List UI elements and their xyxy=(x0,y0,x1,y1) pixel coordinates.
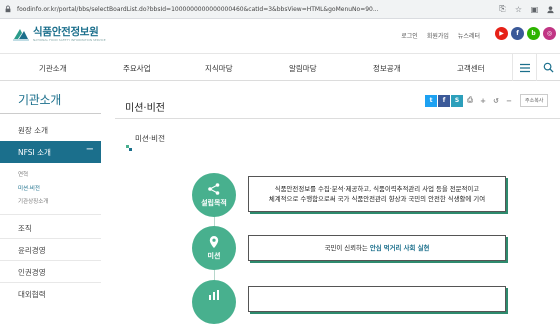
site-logo[interactable]: 식품안전정보원 NATIONAL FOOD SAFETY INFORMATION… xyxy=(12,26,106,42)
purpose-label: 설립목적 xyxy=(201,199,227,207)
sidebar-subitem-mission[interactable]: 미션·비전 xyxy=(18,184,40,192)
sidebar-item-cooperation[interactable]: 대외협력 xyxy=(18,289,46,300)
zoom-in-icon[interactable]: + xyxy=(477,94,489,107)
copy-address-button[interactable]: 주소복사 xyxy=(520,94,549,107)
purpose-text-line1: 식품안전정보를 수집·분석·제공하고, 식품이력추적관리 사업 등을 전문적이고 xyxy=(274,185,480,193)
bookmark-star-icon[interactable]: ☆ xyxy=(513,4,524,15)
sidebar-divider xyxy=(0,214,101,215)
sidebar-item-organization[interactable]: 조직 xyxy=(18,223,32,234)
collapse-icon[interactable]: − xyxy=(86,144,94,155)
zoom-out-icon[interactable]: − xyxy=(503,94,515,107)
purpose-box: 식품안전정보를 수집·분석·제공하고, 식품이력추적관리 사업 등을 전문적이고… xyxy=(248,176,506,212)
profile-icon[interactable] xyxy=(545,4,556,15)
sidebar-divider xyxy=(0,238,101,239)
sidebar-item-human-rights[interactable]: 인권경영 xyxy=(18,267,46,278)
purpose-circle: 설립목적 xyxy=(192,173,236,217)
sidebar-subitem-symbol[interactable]: 기관상징소개 xyxy=(18,197,48,205)
purpose-text-line2: 체계적으로 수행함으로써 국가 식품안전관리 향상과 국민의 안전한 식생활에 … xyxy=(268,195,486,203)
print-icon[interactable]: ⎙ xyxy=(464,94,476,107)
site-info-icon[interactable] xyxy=(3,4,13,14)
mission-box: 국민이 신뢰하는 안심 먹거리 사회 실현 xyxy=(248,235,506,261)
mission-circle: 미션 xyxy=(192,226,236,270)
sidebar-divider xyxy=(0,113,101,114)
chart-icon xyxy=(209,290,219,300)
logo-mark-icon xyxy=(12,26,30,42)
main-navigation: 기관소개 주요사업 지식마당 알림마당 정보공개 고객센터 xyxy=(0,53,560,81)
search-icon[interactable] xyxy=(536,54,560,81)
nav-item-disclosure[interactable]: 정보공개 xyxy=(373,63,401,74)
section-heading-text: 미션·비전 xyxy=(135,134,165,143)
sidebar-item-label: NFSI 소개 xyxy=(18,148,51,157)
nav-item-notice[interactable]: 알림마당 xyxy=(289,63,317,74)
pin-icon xyxy=(209,236,219,248)
mission-highlight: 안심 먹거리 사회 실현 xyxy=(369,244,430,252)
twitter-share-icon[interactable]: t xyxy=(425,94,437,107)
sidebar-divider xyxy=(0,282,101,283)
nav-item-about[interactable]: 기관소개 xyxy=(39,63,67,74)
youtube-icon[interactable]: ▶ xyxy=(495,27,508,40)
facebook-icon[interactable]: f xyxy=(511,27,524,40)
mission-text: 국민이 신뢰하는 xyxy=(324,244,370,252)
site-header: 식품안전정보원 NATIONAL FOOD SAFETY INFORMATION… xyxy=(0,19,560,53)
nav-item-support[interactable]: 고객센터 xyxy=(457,63,485,74)
reset-icon[interactable]: ↺ xyxy=(490,94,502,107)
logo-korean-text: 식품안전정보원 xyxy=(33,25,99,38)
section-heading: 미션·비전 xyxy=(126,133,165,151)
newsletter-link[interactable]: 뉴스레터 xyxy=(458,31,480,40)
nav-item-business[interactable]: 주요사업 xyxy=(123,63,151,74)
sidebar-subitem-history[interactable]: 연혁 xyxy=(18,170,28,178)
utility-links: 로그인 회원가입 뉴스레터 xyxy=(401,31,480,40)
share-page-icon[interactable]: ⎘ xyxy=(497,4,508,15)
sidebar-title: 기관소개 xyxy=(18,93,61,107)
sidebar-item-director[interactable]: 원장 소개 xyxy=(18,125,48,136)
instagram-icon[interactable]: ◎ xyxy=(543,27,556,40)
story-share-icon[interactable]: S xyxy=(451,94,463,107)
page-title: 미션·비전 xyxy=(125,103,165,114)
menu-hamburger-icon[interactable] xyxy=(512,54,536,81)
facebook-share-icon[interactable]: f xyxy=(438,94,450,107)
sns-links: ▶ f b ◎ xyxy=(495,27,556,40)
signup-link[interactable]: 회원가입 xyxy=(427,31,449,40)
bullet-icon xyxy=(126,136,132,151)
mission-label: 미션 xyxy=(207,252,221,260)
content-divider xyxy=(115,118,560,119)
logo-english-text: NATIONAL FOOD SAFETY INFORMATION SERVICE xyxy=(33,37,106,42)
sidebar-item-ethics[interactable]: 윤리경영 xyxy=(18,245,46,256)
sidebar-divider xyxy=(0,260,101,261)
login-link[interactable]: 로그인 xyxy=(401,31,418,40)
share-toolbar: t f S ⎙ + ↺ − 주소복사 xyxy=(425,94,549,107)
sidebar-item-nfsi[interactable]: NFSI 소개 − xyxy=(0,141,101,163)
blog-icon[interactable]: b xyxy=(527,27,540,40)
browser-toolbar: foodinfo.or.kr/portal/bbs/selectBoardLis… xyxy=(0,0,560,19)
nav-item-knowledge[interactable]: 지식마당 xyxy=(205,63,233,74)
vision-circle xyxy=(192,280,236,324)
share-icon xyxy=(208,183,220,195)
vision-box xyxy=(248,286,506,312)
extension-icon[interactable]: ▣ xyxy=(529,4,540,15)
address-bar[interactable]: foodinfo.or.kr/portal/bbs/selectBoardLis… xyxy=(17,6,497,13)
